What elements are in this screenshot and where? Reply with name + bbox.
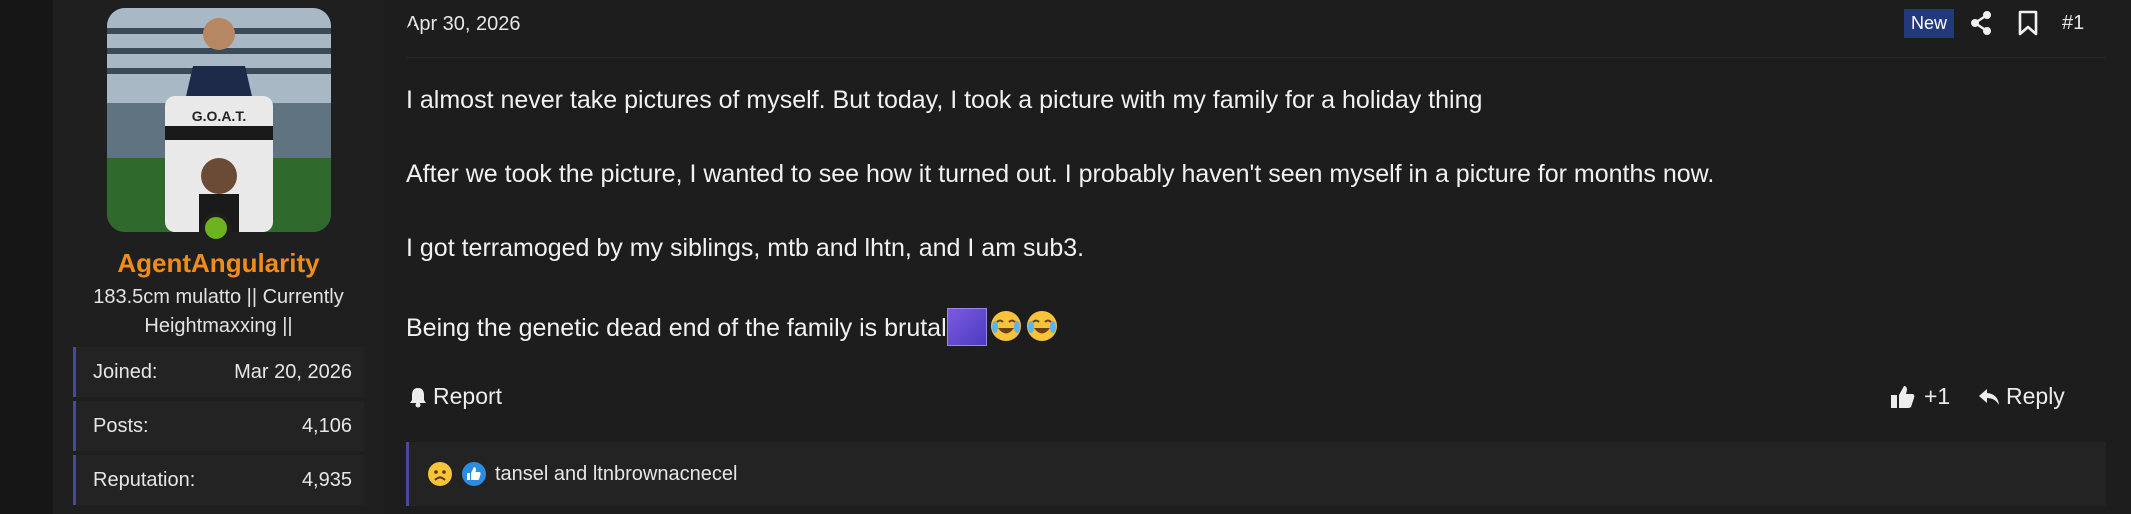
message-column: Apr 30, 2026 New #1 I almost never take … (384, 0, 2131, 514)
stat-reputation: Reputation: 4,935 (73, 455, 364, 505)
reply-button[interactable]: Reply (1978, 383, 2065, 410)
reactions-bar[interactable]: tansel and ltnbrownacnecel (406, 442, 2106, 506)
reply-icon (1979, 388, 1999, 405)
message-paragraph-last: Being the genetic dead end of the family… (406, 308, 1059, 346)
avatar-image: G.O.A.T. (107, 8, 331, 232)
inline-image[interactable] (946, 308, 987, 346)
post-number-link[interactable]: #1 (2062, 12, 2084, 35)
online-status-icon (201, 213, 231, 243)
share-icon[interactable] (1969, 10, 1993, 36)
message-paragraph: After we took the picture, I wanted to s… (406, 160, 1715, 188)
message-notch (400, 22, 414, 46)
avatar[interactable]: G.O.A.T. (107, 8, 331, 232)
thumbs-up-icon (1891, 385, 1915, 408)
stat-posts: Posts: 4,106 (73, 401, 364, 451)
new-badge: New (1904, 9, 1955, 38)
bookmark-icon[interactable] (2016, 10, 2040, 36)
crying-laughing-emoji-icon (990, 311, 1021, 341)
forum-page: G.O.A.T. AgentAngularity 183.5cm mulatto… (0, 0, 2131, 514)
forum-post: G.O.A.T. AgentAngularity 183.5cm mulatto… (53, 0, 2131, 514)
crying-laughing-emoji-icon (1026, 311, 1057, 341)
message-paragraph: I got terramoged by my siblings, mtb and… (406, 234, 1085, 262)
svg-text:G.O.A.T.: G.O.A.T. (192, 108, 246, 124)
stat-value: 4,935 (301, 468, 352, 491)
user-info-column: G.O.A.T. AgentAngularity 183.5cm mulatto… (53, 0, 384, 514)
user-title: 183.5cm mulatto || Currently Heightmaxxi… (93, 286, 344, 337)
stat-label: Posts: (93, 414, 149, 437)
thumbs-up-icon (462, 462, 486, 486)
report-button[interactable]: Report (408, 383, 502, 410)
stat-joined: Joined: Mar 20, 2026 (73, 347, 364, 397)
message-actions: Report +1 Reply (406, 380, 2106, 420)
username-link[interactable]: AgentAngularity (53, 248, 384, 279)
message-header: Apr 30, 2026 New #1 (406, 0, 2106, 58)
user-stats: Joined: Mar 20, 2026 Posts: 4,106 Reputa… (73, 347, 364, 509)
message-text: Being the genetic dead end of the family… (406, 314, 947, 342)
report-label: Report (433, 383, 503, 409)
like-count: +1 (1924, 383, 1951, 409)
reaction-names[interactable]: tansel and ltnbrownacnecel (495, 463, 737, 486)
reply-label: Reply (2006, 383, 2065, 409)
stat-value: Mar 20, 2026 (234, 360, 352, 383)
sad-face-icon (428, 462, 452, 486)
bell-icon (410, 387, 426, 407)
stat-label: Joined: (93, 360, 158, 383)
stat-label: Reputation: (93, 468, 196, 491)
message-paragraph: I almost never take pictures of myself. … (406, 86, 1483, 114)
like-button[interactable]: +1 (1890, 383, 1950, 410)
post-date[interactable]: Apr 30, 2026 (406, 13, 521, 36)
stat-value[interactable]: 4,106 (302, 415, 352, 438)
